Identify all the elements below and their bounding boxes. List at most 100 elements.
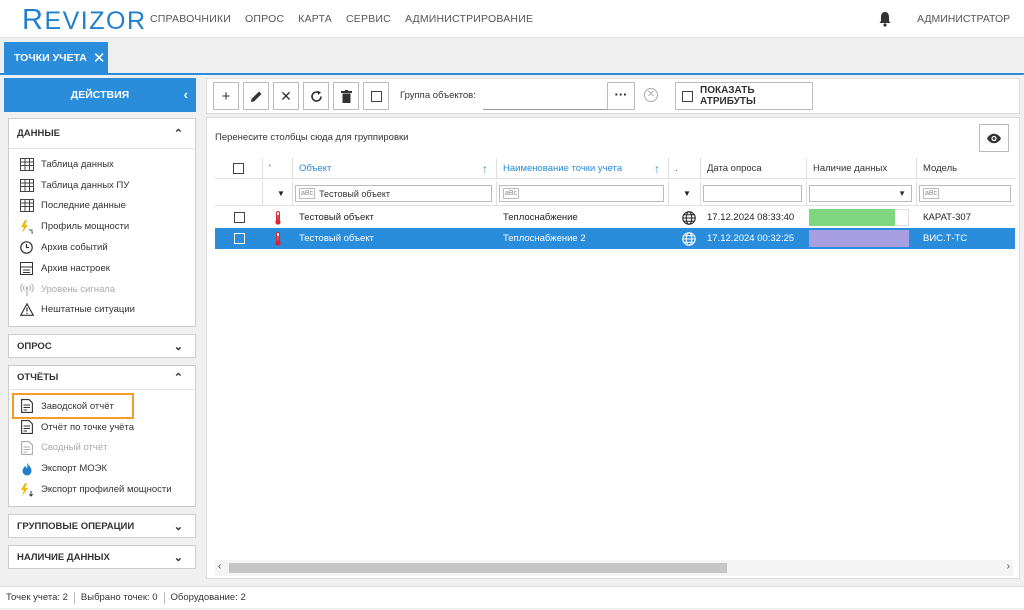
- thermometer-icon: [263, 228, 293, 249]
- row-point-name: Теплоснабжение: [503, 212, 578, 223]
- sidebar-item-settings-archive[interactable]: Архив настроек: [9, 258, 195, 279]
- clear-group-icon[interactable]: ✕: [644, 88, 658, 102]
- filter-status[interactable]: ▼: [263, 181, 293, 206]
- group-drop-hint: Перенесите столбцы сюда для группировки: [215, 132, 409, 143]
- header-select-all[interactable]: [215, 158, 263, 179]
- select-all-button[interactable]: [363, 82, 389, 110]
- chevron-left-icon: ‹: [183, 87, 188, 102]
- header-model-column[interactable]: Модель: [917, 158, 1015, 179]
- dropdown-arrow-icon: ▼: [898, 189, 906, 198]
- section-header-data[interactable]: ДАННЫЕ ⌃: [9, 119, 195, 149]
- filter-spacer: [215, 181, 263, 206]
- row-checkbox[interactable]: [233, 212, 245, 223]
- actions-label: ДЕЙСТВИЯ: [70, 89, 130, 101]
- plus-icon: +: [221, 87, 231, 105]
- header-point-name-column[interactable]: Наименование точки учета ↑: [497, 158, 669, 179]
- row-poll-date: 17.12.2024 08:33:40: [707, 212, 795, 223]
- table-row-selected[interactable]: Тестовый объект Теплоснабжение 2 17.12.2…: [215, 228, 1015, 249]
- section-header-reports[interactable]: ОТЧЁТЫ ⌃: [9, 366, 195, 390]
- scroll-left-icon[interactable]: ‹: [218, 561, 221, 572]
- grid-panel: Перенесите столбцы сюда для группировки …: [206, 117, 1020, 579]
- header-poll-date-column[interactable]: Дата опроса: [701, 158, 807, 179]
- filter-poll-date[interactable]: [701, 181, 807, 206]
- row-model: КАРАТ-307: [923, 212, 971, 223]
- bell-icon[interactable]: [878, 11, 892, 27]
- filter-model[interactable]: aBc: [917, 181, 1015, 206]
- sidebar-item-data-table[interactable]: Таблица данных: [9, 154, 195, 175]
- status-selected-count: Выбрано точек: 0: [80, 592, 158, 603]
- nav-service[interactable]: СЕРВИС: [346, 13, 391, 25]
- sidebar-item-data-table-pu[interactable]: Таблица данных ПУ: [9, 175, 195, 196]
- row-model: ВИС.Т-ТС: [923, 233, 968, 244]
- chevron-up-icon: ⌃: [173, 372, 183, 384]
- close-icon[interactable]: ✕: [93, 51, 106, 66]
- sidebar-item-moek-export[interactable]: Экспорт МОЭК: [9, 458, 195, 479]
- chevron-down-icon: ⌄: [173, 521, 183, 533]
- delete-link-button[interactable]: ✕: [273, 82, 299, 110]
- warning-icon: [19, 302, 34, 317]
- trash-button[interactable]: [333, 82, 359, 110]
- power-export-icon: [19, 482, 34, 497]
- nav-poll[interactable]: ОПРОС: [245, 13, 284, 25]
- grid-filter-row: ▼ aBc Тестовый объект aBc ▼ ▼ aBc: [215, 181, 1015, 206]
- show-attributes-label: ПОКАЗАТЬ АТРИБУТЫ: [700, 85, 756, 107]
- user-menu[interactable]: АДМИНИСТРАТОР: [917, 13, 1010, 25]
- header-status-column[interactable]: ': [263, 158, 293, 179]
- status-separator: [73, 591, 75, 604]
- filter-data-availability[interactable]: ▼: [807, 181, 917, 206]
- show-attributes-checkbox[interactable]: [682, 90, 693, 102]
- refresh-button[interactable]: [303, 82, 329, 110]
- section-header-data-availability[interactable]: НАЛИЧИЕ ДАННЫХ ⌄: [9, 546, 195, 568]
- table-row[interactable]: Тестовый объект Теплоснабжение 17.12.202…: [215, 207, 1015, 228]
- select-all-checkbox[interactable]: [233, 163, 244, 174]
- sidebar-item-latest-data[interactable]: Последние данные: [9, 196, 195, 217]
- status-equipment-count: Оборудование: 2: [170, 592, 246, 603]
- object-group-input[interactable]: [483, 82, 607, 110]
- sidebar-item-summary-report: Сводный отчёт: [9, 438, 195, 459]
- scroll-thumb[interactable]: [229, 563, 727, 573]
- nav-administration[interactable]: АДМИНИСТРИРОВАНИЕ: [405, 13, 533, 25]
- row-select[interactable]: [215, 228, 263, 249]
- nav-references[interactable]: СПРАВОЧНИКИ: [150, 13, 231, 25]
- section-header-group-operations[interactable]: ГРУППОВЫЕ ОПЕРАЦИИ ⌄: [9, 515, 195, 537]
- scroll-right-icon[interactable]: ›: [1007, 561, 1010, 572]
- show-attributes-button[interactable]: ПОКАЗАТЬ АТРИБУТЫ: [675, 82, 813, 110]
- header-data-availability-column[interactable]: Наличие данных: [807, 158, 917, 179]
- column-visibility-button[interactable]: [979, 124, 1009, 152]
- filter-object[interactable]: aBc Тестовый объект: [293, 181, 497, 206]
- horizontal-scrollbar[interactable]: ‹ ›: [215, 560, 1013, 576]
- filter-point-name[interactable]: aBc: [497, 181, 669, 206]
- sidebar-section-data-availability: НАЛИЧИЕ ДАННЫХ ⌄: [8, 545, 196, 569]
- sidebar-section-data: ДАННЫЕ ⌃ Таблица данных Таблица данных П…: [8, 118, 196, 327]
- row-checkbox[interactable]: [233, 233, 245, 244]
- row-select[interactable]: [215, 207, 263, 228]
- logo[interactable]: REVIZOR: [22, 6, 147, 36]
- edit-button[interactable]: [243, 82, 269, 110]
- pencil-icon: [250, 91, 261, 102]
- add-button[interactable]: +: [213, 82, 239, 110]
- globe-icon: [669, 207, 701, 228]
- filter-object-value[interactable]: Тестовый объект: [319, 189, 390, 199]
- tab-metering-points[interactable]: ТОЧКИ УЧЕТА ✕: [4, 42, 108, 74]
- nav-map[interactable]: КАРТА: [298, 13, 332, 25]
- sidebar-item-emergencies[interactable]: Нештатные ситуации: [9, 300, 195, 321]
- header-connection-column[interactable]: .: [669, 158, 701, 179]
- header-object-column[interactable]: Объект ↑: [293, 158, 497, 179]
- table-icon: [19, 178, 34, 193]
- sidebar-item-event-archive[interactable]: Архив событий: [9, 237, 195, 258]
- tab-underline: [0, 73, 1024, 75]
- sidebar-item-power-profile-export[interactable]: Экспорт профилей мощности: [9, 479, 195, 500]
- filter-connection[interactable]: ▼: [669, 181, 701, 206]
- group-picker-button[interactable]: ···: [607, 82, 635, 110]
- data-availability-bar: [809, 209, 895, 226]
- sidebar-item-metering-point-report[interactable]: Отчёт по точке учёта: [9, 417, 195, 438]
- sidebar-item-power-profile[interactable]: Профиль мощности: [9, 216, 195, 237]
- toolbar: + ✕ Группа объектов: ··· ✕ ПОКАЗАТЬ АТРИ…: [206, 78, 1020, 114]
- signal-icon: [19, 282, 34, 297]
- main-nav: СПРАВОЧНИКИ ОПРОС КАРТА СЕРВИС АДМИНИСТР…: [150, 13, 547, 25]
- chevron-down-icon: ⌄: [173, 552, 183, 564]
- sidebar-item-factory-report[interactable]: Заводской отчёт: [9, 393, 195, 419]
- actions-button[interactable]: ДЕЙСТВИЯ ‹: [4, 78, 196, 112]
- section-header-poll[interactable]: ОПРОС ⌄: [9, 335, 195, 357]
- status-bar: Точек учета: 2 Выбрано точек: 0 Оборудов…: [0, 586, 1024, 608]
